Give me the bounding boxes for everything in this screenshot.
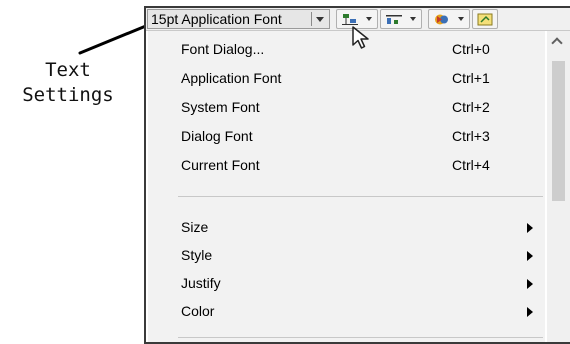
- chevron-down-icon: [366, 17, 372, 21]
- menu-divider: [178, 196, 543, 197]
- menu-item-shortcut: Ctrl+3: [452, 128, 490, 144]
- menu-item-shortcut: Ctrl+0: [452, 41, 490, 57]
- menu-item-label: Size: [181, 219, 209, 235]
- cleanup-diagram-button[interactable]: [472, 9, 498, 29]
- menu-item-application-font[interactable]: Application Font Ctrl+1: [148, 64, 545, 93]
- menu-item-font-dialog[interactable]: Font Dialog... Ctrl+0: [148, 35, 545, 64]
- menu-item-shortcut: Ctrl+1: [452, 70, 490, 86]
- text-settings-menu: Font Dialog... Ctrl+0 Application Font C…: [148, 31, 545, 342]
- dropdown-arrow-icon[interactable]: [316, 17, 324, 22]
- menu-item-label: Application Font: [181, 70, 282, 86]
- mouse-pointer-icon: [352, 26, 369, 49]
- menu-item-justify[interactable]: Justify: [148, 269, 545, 298]
- text-settings-value: 15pt Application Font: [151, 11, 282, 27]
- dropdown-separator: [311, 12, 312, 26]
- submenu-arrow-icon: [527, 223, 533, 233]
- scroll-up-arrow-icon[interactable]: [551, 37, 563, 49]
- menu-item-label: Style: [181, 247, 213, 263]
- menu-item-system-font[interactable]: System Font Ctrl+2: [148, 93, 545, 122]
- callout-line-1: Text: [45, 59, 91, 81]
- menu-item-color[interactable]: Color: [148, 297, 545, 326]
- vertical-scrollbar[interactable]: [547, 31, 570, 342]
- submenu-arrow-icon: [527, 251, 533, 261]
- callout-line-2: Settings: [22, 84, 114, 106]
- menu-item-shortcut: Ctrl+2: [452, 99, 490, 115]
- menu-item-label: Justify: [181, 275, 221, 291]
- menu-item-label: Color: [181, 303, 215, 319]
- scrollbar-thumb[interactable]: [552, 61, 565, 201]
- menu-divider: [178, 337, 543, 338]
- reorder-button[interactable]: [428, 9, 470, 29]
- cleanup-diagram-icon: [477, 13, 493, 26]
- menu-item-current-font[interactable]: Current Font Ctrl+4: [148, 151, 545, 180]
- menu-item-label: Current Font: [181, 157, 260, 173]
- labview-window: 15pt Application Font Font Dialog... Ctr…: [144, 6, 570, 344]
- menu-item-size[interactable]: Size: [148, 213, 545, 242]
- menu-item-label: System Font: [181, 99, 260, 115]
- menu-item-shortcut: Ctrl+4: [452, 157, 490, 173]
- chevron-down-icon: [458, 17, 464, 21]
- submenu-arrow-icon: [527, 279, 533, 289]
- chevron-down-icon: [410, 17, 416, 21]
- distribute-objects-icon: [386, 15, 402, 24]
- text-settings-dropdown[interactable]: 15pt Application Font: [147, 9, 330, 29]
- menu-item-style[interactable]: Style: [148, 241, 545, 270]
- menu-item-label: Dialog Font: [181, 128, 253, 144]
- menu-item-label: Font Dialog...: [181, 41, 265, 57]
- reorder-icon: [435, 14, 448, 25]
- menu-item-dialog-font[interactable]: Dialog Font Ctrl+3: [148, 122, 545, 151]
- distribute-objects-button[interactable]: [380, 9, 422, 29]
- submenu-arrow-icon: [527, 307, 533, 317]
- text-settings-callout: Text Settings: [14, 58, 122, 108]
